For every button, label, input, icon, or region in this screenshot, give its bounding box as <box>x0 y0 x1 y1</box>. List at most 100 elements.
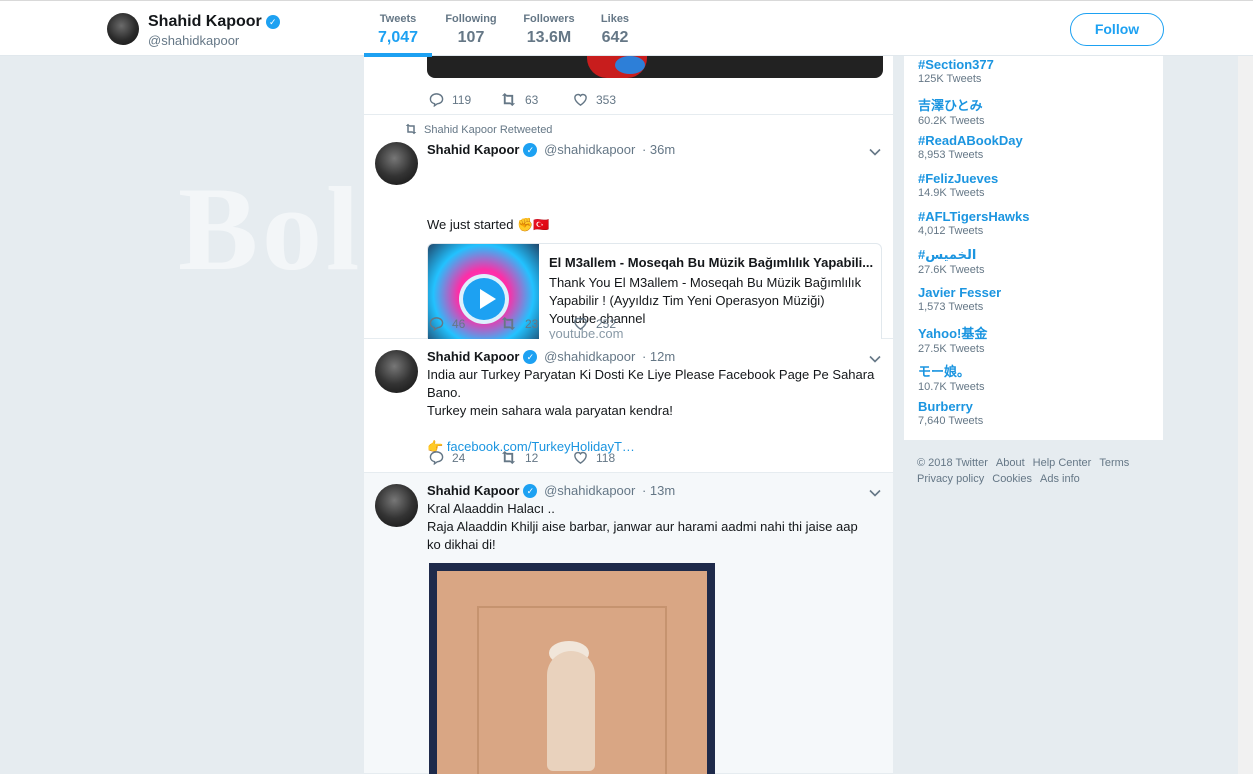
chevron-down-icon[interactable] <box>868 352 882 366</box>
trend-name[interactable]: #FelizJueves <box>918 171 998 186</box>
avatar[interactable] <box>375 484 418 527</box>
reply-icon <box>429 451 444 466</box>
trend-name[interactable]: モー娘。 <box>918 361 984 380</box>
verified-icon: ✓ <box>523 143 538 157</box>
trend-item[interactable]: #FelizJueves 14.9K Tweets <box>918 171 998 199</box>
verified-icon: ✓ <box>523 350 538 364</box>
like-button[interactable]: 252 <box>573 316 616 331</box>
active-tab-indicator <box>364 53 432 57</box>
trend-name[interactable]: #الخميس <box>918 247 984 263</box>
trend-count: 125K Tweets <box>918 73 982 85</box>
trend-count: 1,573 Tweets <box>918 301 984 313</box>
reply-button[interactable]: 119 <box>429 92 471 108</box>
tweet-author-handle[interactable]: @shahidkapoor <box>544 349 635 364</box>
retweet-count: 12 <box>525 451 539 465</box>
trend-item[interactable]: Burberry 7,640 Tweets <box>918 399 983 427</box>
trend-item[interactable]: #الخميس 27.6K Tweets <box>918 247 984 276</box>
trend-name[interactable]: Yahoo!基金 <box>918 323 987 342</box>
tweet-author-name[interactable]: Shahid Kapoor <box>427 483 519 498</box>
trend-name[interactable]: 吉澤ひとみ <box>918 95 984 114</box>
tweet-item[interactable]: Shahid Kapoor ✓ @shahidkapoor · 13m Kral … <box>364 473 893 774</box>
tweet-text: Kral Alaaddin Halacı .. Raja Alaaddin Kh… <box>427 500 867 554</box>
trend-item[interactable]: Yahoo!基金 27.5K Tweets <box>918 323 987 355</box>
trend-item[interactable]: モー娘。 10.7K Tweets <box>918 361 984 393</box>
avatar[interactable] <box>375 142 418 185</box>
retweet-button[interactable]: 63 <box>500 92 538 107</box>
tweet-header: Shahid Kapoor ✓ @shahidkapoor · 36m <box>427 142 675 157</box>
footer-link-about[interactable]: About <box>996 457 1025 469</box>
tweet-header: Shahid Kapoor ✓ @shahidkapoor · 12m <box>427 349 675 364</box>
trend-count: 7,640 Tweets <box>918 415 984 427</box>
trend-count: 8,953 Tweets <box>918 149 984 161</box>
retweet-button[interactable]: 23 <box>500 316 538 331</box>
trend-item[interactable]: #Section377 125K Tweets <box>918 57 994 85</box>
tweet-item[interactable]: Shahid Kapoor ✓ @shahidkapoor · 12m India… <box>364 339 893 473</box>
stat-followers[interactable]: Followers 13.6M <box>519 13 579 47</box>
tweet-author-name[interactable]: Shahid Kapoor <box>427 142 519 157</box>
reply-button[interactable]: 46 <box>429 316 465 332</box>
follow-button[interactable]: Follow <box>1070 13 1164 46</box>
retweet-count: 23 <box>525 317 539 331</box>
reply-button[interactable]: 24 <box>429 450 466 466</box>
trend-item[interactable]: #ReadABookDay 8,953 Tweets <box>918 133 1023 161</box>
tweet-media-image[interactable] <box>427 56 883 78</box>
profile-handle[interactable]: @shahidkapoor <box>148 33 239 48</box>
trend-name[interactable]: Burberry <box>918 399 983 414</box>
profile-name-row[interactable]: Shahid Kapoor ✓ <box>148 13 280 31</box>
footer-link-ads-info[interactable]: Ads info <box>1040 473 1080 485</box>
tweet-item[interactable]: Shahid Kapoor Retweeted Shahid Kapoor ✓ @… <box>364 115 893 356</box>
footer-link-help-center[interactable]: Help Center <box>1033 457 1092 469</box>
retweet-button[interactable]: 12 <box>500 450 538 465</box>
like-button[interactable]: 353 <box>573 92 616 107</box>
card-title: El M3allem - Moseqah Bu Müzik Bağımlılık… <box>549 255 874 270</box>
trend-item[interactable]: #AFLTigersHawks 4,012 Tweets <box>918 209 1030 237</box>
page-scrollbar[interactable] <box>1238 56 1253 774</box>
tweet-text: India aur Turkey Paryatan Ki Dosti Ke Li… <box>427 366 885 456</box>
avatar[interactable] <box>107 13 139 45</box>
trend-name[interactable]: #ReadABookDay <box>918 133 1023 148</box>
trend-item[interactable]: 吉澤ひとみ 60.2K Tweets <box>918 95 984 127</box>
like-count: 252 <box>596 317 617 331</box>
trend-name[interactable]: #Section377 <box>918 57 994 72</box>
chevron-down-icon[interactable] <box>868 145 882 159</box>
chevron-down-icon[interactable] <box>868 486 882 500</box>
trend-item[interactable]: Javier Fesser 1,573 Tweets <box>918 285 1001 313</box>
trend-name[interactable]: #AFLTigersHawks <box>918 209 1030 224</box>
stat-value: 13.6M <box>526 29 572 46</box>
tweet-author-handle[interactable]: @shahidkapoor <box>544 142 635 157</box>
tweet-author-handle[interactable]: @shahidkapoor <box>544 483 635 498</box>
stat-likes[interactable]: Likes 642 <box>596 13 634 47</box>
heart-icon <box>574 451 587 464</box>
retweet-context-label: Shahid Kapoor Retweeted <box>424 124 553 136</box>
trend-name[interactable]: Javier Fesser <box>918 285 1001 300</box>
retweet-icon <box>405 123 417 135</box>
reply-count: 24 <box>452 451 466 465</box>
footer-link-cookies[interactable]: Cookies <box>992 473 1032 485</box>
heart-icon <box>574 317 587 330</box>
stat-tweets[interactable]: Tweets 7,047 <box>364 13 432 47</box>
reply-icon <box>429 317 444 332</box>
stat-following[interactable]: Following 107 <box>440 13 502 47</box>
tweet-author-name[interactable]: Shahid Kapoor <box>427 349 519 364</box>
avatar[interactable] <box>375 350 418 393</box>
retweet-count: 63 <box>525 93 539 107</box>
like-button[interactable]: 118 <box>573 450 615 465</box>
tweet-timestamp[interactable]: · 36m <box>642 142 675 157</box>
tweet-item[interactable]: 119 63 353 <box>364 56 893 115</box>
tweet-photo[interactable] <box>429 563 715 774</box>
retweet-icon <box>501 316 516 331</box>
stat-value: 642 <box>601 29 629 46</box>
tweet-text-line: India aur Turkey Paryatan Ki Dosti Ke Li… <box>427 367 875 400</box>
trend-count: 27.5K Tweets <box>918 343 985 355</box>
tweet-timestamp[interactable]: · 12m <box>642 349 675 364</box>
retweet-context[interactable]: Shahid Kapoor Retweeted <box>404 123 552 136</box>
trend-count: 10.7K Tweets <box>918 381 985 393</box>
tweet-timestamp[interactable]: · 13m <box>642 483 675 498</box>
footer-link-privacy[interactable]: Privacy policy <box>917 473 984 485</box>
tweet-timeline: 119 63 353 Shahid Kapoor Retweeted Shahi… <box>364 56 893 774</box>
footer-link-terms[interactable]: Terms <box>1099 457 1129 469</box>
profile-name[interactable]: Shahid Kapoor <box>148 13 262 30</box>
site-footer: © 2018 Twitter About Help Center Terms Priv… <box>917 455 1157 487</box>
retweet-icon <box>501 450 516 465</box>
tweet-text-line: Raja Alaaddin Khilji aise barbar, janwar… <box>427 519 858 552</box>
